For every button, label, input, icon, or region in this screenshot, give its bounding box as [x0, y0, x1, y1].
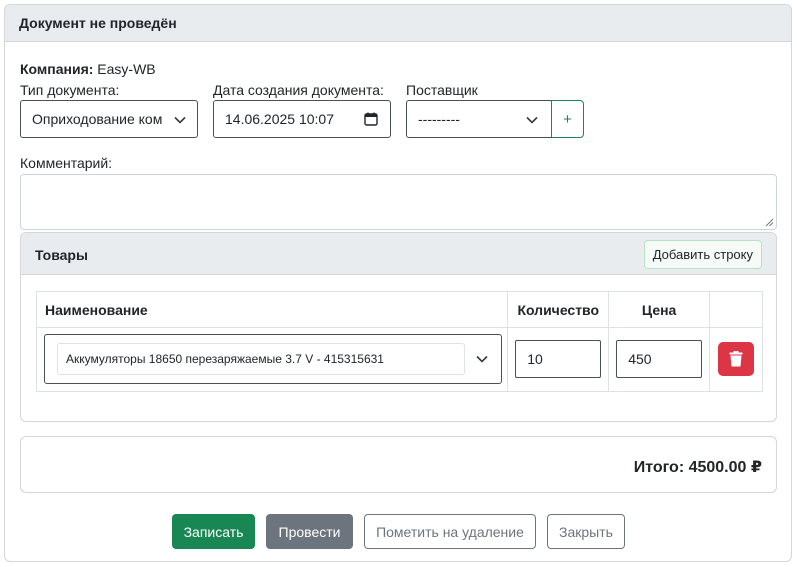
supplier-select[interactable]: --------- — [406, 100, 552, 138]
cell-price: 450 — [608, 327, 711, 392]
date-value: 14.06.2025 10:07 — [225, 111, 334, 127]
product-select-value: Аккумуляторы 18650 перезаряжаемые 3.7 V … — [57, 343, 465, 375]
calendar-icon[interactable] — [364, 112, 378, 126]
date-input[interactable]: 14.06.2025 10:07 — [213, 100, 391, 138]
column-header-name: Наименование — [35, 291, 509, 328]
doc-type-select[interactable]: Оприходование ком — [20, 100, 198, 138]
goods-panel: Товары Добавить строку Наименование Коли… — [20, 232, 777, 422]
chevron-down-icon — [476, 355, 488, 363]
company-line: Компания: Easy-WB — [20, 61, 156, 77]
cell-quantity: 10 — [507, 327, 610, 392]
date-label: Дата создания документа: — [213, 82, 384, 98]
trash-icon — [729, 351, 743, 367]
delete-row-button[interactable] — [718, 342, 755, 376]
card-header: Документ не проведён — [5, 5, 791, 42]
cell-actions — [709, 327, 763, 392]
save-button[interactable]: Записать — [172, 514, 255, 549]
column-header-quantity: Количество — [507, 291, 610, 328]
product-select[interactable]: Аккумуляторы 18650 перезаряжаемые 3.7 V … — [44, 334, 502, 384]
document-status-title: Документ не проведён — [19, 15, 177, 31]
doc-type-label: Тип документа: — [20, 82, 120, 98]
price-input[interactable]: 450 — [616, 340, 703, 378]
document-card: Документ не проведён Компания: Easy-WB Т… — [4, 4, 792, 562]
chevron-down-icon — [174, 116, 186, 124]
goods-header: Товары Добавить строку — [21, 233, 776, 275]
supplier-label: Поставщик — [406, 82, 478, 98]
company-label: Компания: — [20, 61, 94, 77]
add-row-button[interactable]: Добавить строку — [643, 240, 762, 269]
comment-label: Комментарий: — [20, 155, 113, 171]
quantity-input[interactable]: 10 — [515, 340, 602, 378]
resize-handle-icon[interactable] — [765, 218, 774, 227]
doc-type-value: Оприходование ком — [32, 111, 163, 127]
goods-title: Товары — [35, 247, 88, 263]
cell-name: Аккумуляторы 18650 перезаряжаемые 3.7 V … — [35, 327, 509, 392]
total-panel: Итого: 4500.00 ₽ — [20, 436, 777, 493]
close-button[interactable]: Закрыть — [547, 514, 625, 549]
column-header-price: Цена — [608, 291, 711, 328]
table-header-row: Наименование Количество Цена — [35, 291, 763, 328]
column-header-actions — [709, 291, 763, 328]
mark-for-deletion-button[interactable]: Пометить на удаление — [364, 514, 536, 549]
chevron-down-icon — [526, 116, 538, 124]
table-row: Аккумуляторы 18650 перезаряжаемые 3.7 V … — [35, 327, 763, 392]
post-button[interactable]: Провести — [266, 514, 353, 549]
goods-table: Наименование Количество Цена Аккумулятор… — [35, 291, 763, 392]
company-value: Easy-WB — [97, 61, 156, 77]
total-amount: Итого: 4500.00 ₽ — [633, 459, 762, 476]
supplier-value: --------- — [418, 111, 460, 127]
comment-textarea[interactable] — [20, 174, 777, 230]
add-supplier-button[interactable]: + — [551, 100, 584, 138]
